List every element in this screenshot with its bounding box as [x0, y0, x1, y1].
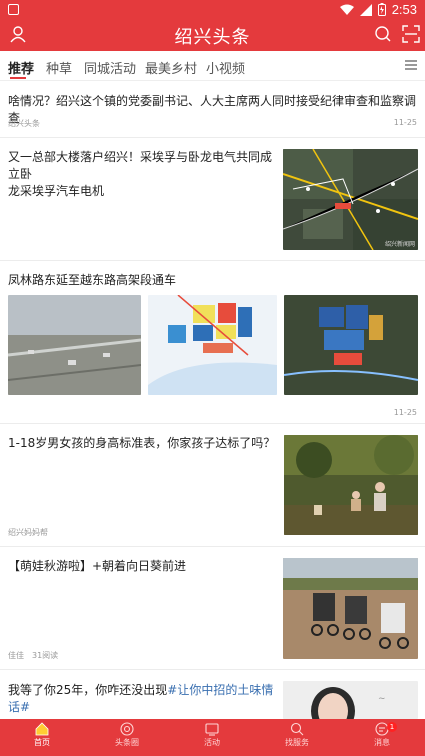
news-item[interactable]: 我等了你25年，你咋还没出现#让你中招的土味情话# ~: [0, 671, 425, 719]
news-title-line1: 又一总部大楼落户绍兴！采埃孚与卧龙电气共同成立卧: [8, 150, 273, 181]
tab-zhongcao[interactable]: 种草: [46, 58, 72, 77]
news-title: 我等了你25年，你咋还没出现#让你中招的土味情话#: [8, 682, 280, 716]
circle-icon: [120, 722, 134, 736]
tab-city-activities[interactable]: 同城活动: [84, 58, 136, 77]
nav-home[interactable]: 首页: [12, 722, 72, 748]
news-title-line2: 龙采埃孚汽车电机: [8, 184, 105, 198]
map-thumbnail: 绍兴新闻网: [283, 149, 418, 250]
tab-short-video[interactable]: 小视频: [206, 58, 245, 77]
home-icon: [35, 722, 49, 736]
aerial-photo-thumbnail: [8, 295, 141, 395]
activity-icon: [205, 723, 219, 736]
nav-find-service[interactable]: 找服务: [267, 722, 327, 748]
news-read-count: 31阅读: [32, 651, 59, 660]
scan-icon[interactable]: [402, 25, 420, 43]
strollers-photo-thumbnail: [283, 558, 418, 659]
news-item[interactable]: 1-18岁男女孩的身高标准表，你家孩子达标了吗？ 绍兴妈妈帮: [0, 425, 425, 547]
battery-icon: [377, 3, 386, 16]
news-item[interactable]: 凤林路东延至越东路高架段通车 11-25: [0, 262, 425, 424]
news-item[interactable]: 又一总部大楼落户绍兴！采埃孚与卧龙电气共同成立卧 龙采埃孚汽车电机 绍兴新闻网: [0, 139, 425, 261]
signal-icon: [359, 3, 372, 16]
tab-recommend[interactable]: 推荐: [8, 58, 34, 77]
portrait-photo-thumbnail: ~: [283, 681, 418, 719]
news-date: 11-25: [393, 118, 417, 127]
nav-messages-label: 消息: [374, 738, 390, 747]
news-title: 【萌娃秋游啦】+朝着向日葵前进: [8, 559, 187, 573]
wifi-icon: [339, 4, 354, 15]
nav-messages[interactable]: 1 消息: [352, 722, 412, 748]
message-badge: 1: [387, 722, 397, 732]
map-watermark: 绍兴新闻网: [384, 241, 415, 248]
category-tabs: 推荐 种草 同城活动 最美乡村 小视频: [0, 51, 425, 81]
news-title: 1-18岁男女孩的身高标准表，你家孩子达标了吗？: [8, 436, 276, 450]
find-service-icon: [290, 722, 304, 736]
news-author: 佳佳: [8, 651, 24, 660]
news-source: 绍兴妈妈帮: [8, 528, 48, 537]
app-header: 绍兴头条: [0, 20, 425, 51]
svg-text:~: ~: [378, 694, 386, 704]
children-photo-thumbnail: [284, 435, 418, 535]
bottom-navigation: 首页 头条圈 活动 找服务 1 消息: [0, 719, 425, 756]
nav-circle-label: 头条圈: [115, 738, 139, 747]
satellite-map-thumbnail: [284, 295, 418, 395]
nav-find-service-label: 找服务: [285, 738, 309, 747]
app-title: 绍兴头条: [174, 27, 251, 48]
plan-map-thumbnail: [148, 295, 277, 395]
menu-icon[interactable]: [405, 59, 417, 71]
status-time: 2:53: [391, 2, 417, 17]
nav-activity-label: 活动: [204, 738, 220, 747]
search-icon[interactable]: [374, 25, 392, 43]
news-title: 凤林路东延至越东路高架段通车: [8, 273, 177, 287]
news-title: 又一总部大楼落户绍兴！采埃孚与卧龙电气共同成立卧 龙采埃孚汽车电机: [8, 149, 280, 200]
news-title: 啥情况？绍兴这个镇的党委副书记、人大主席两人同时接受纪律审查和监察调查: [8, 94, 417, 125]
news-item[interactable]: 【萌娃秋游啦】+朝着向日葵前进 佳佳 31阅读: [0, 548, 425, 670]
tab-beautiful-villages[interactable]: 最美乡村: [145, 58, 197, 77]
news-title-text: 我等了你25年，你咋还没出现: [8, 683, 168, 697]
nav-toutiao-circle[interactable]: 头条圈: [97, 722, 157, 748]
app-notification-icon: [8, 4, 19, 15]
news-date: 11-25: [393, 408, 417, 417]
news-source: 绍兴头条: [8, 119, 40, 128]
nav-home-label: 首页: [34, 738, 50, 747]
nav-activity[interactable]: 活动: [182, 722, 242, 748]
news-item[interactable]: 啥情况？绍兴这个镇的党委副书记、人大主席两人同时接受纪律审查和监察调查 绍兴头条…: [0, 82, 425, 138]
status-bar: 2:53: [0, 0, 425, 20]
active-tab-indicator: [10, 77, 26, 79]
